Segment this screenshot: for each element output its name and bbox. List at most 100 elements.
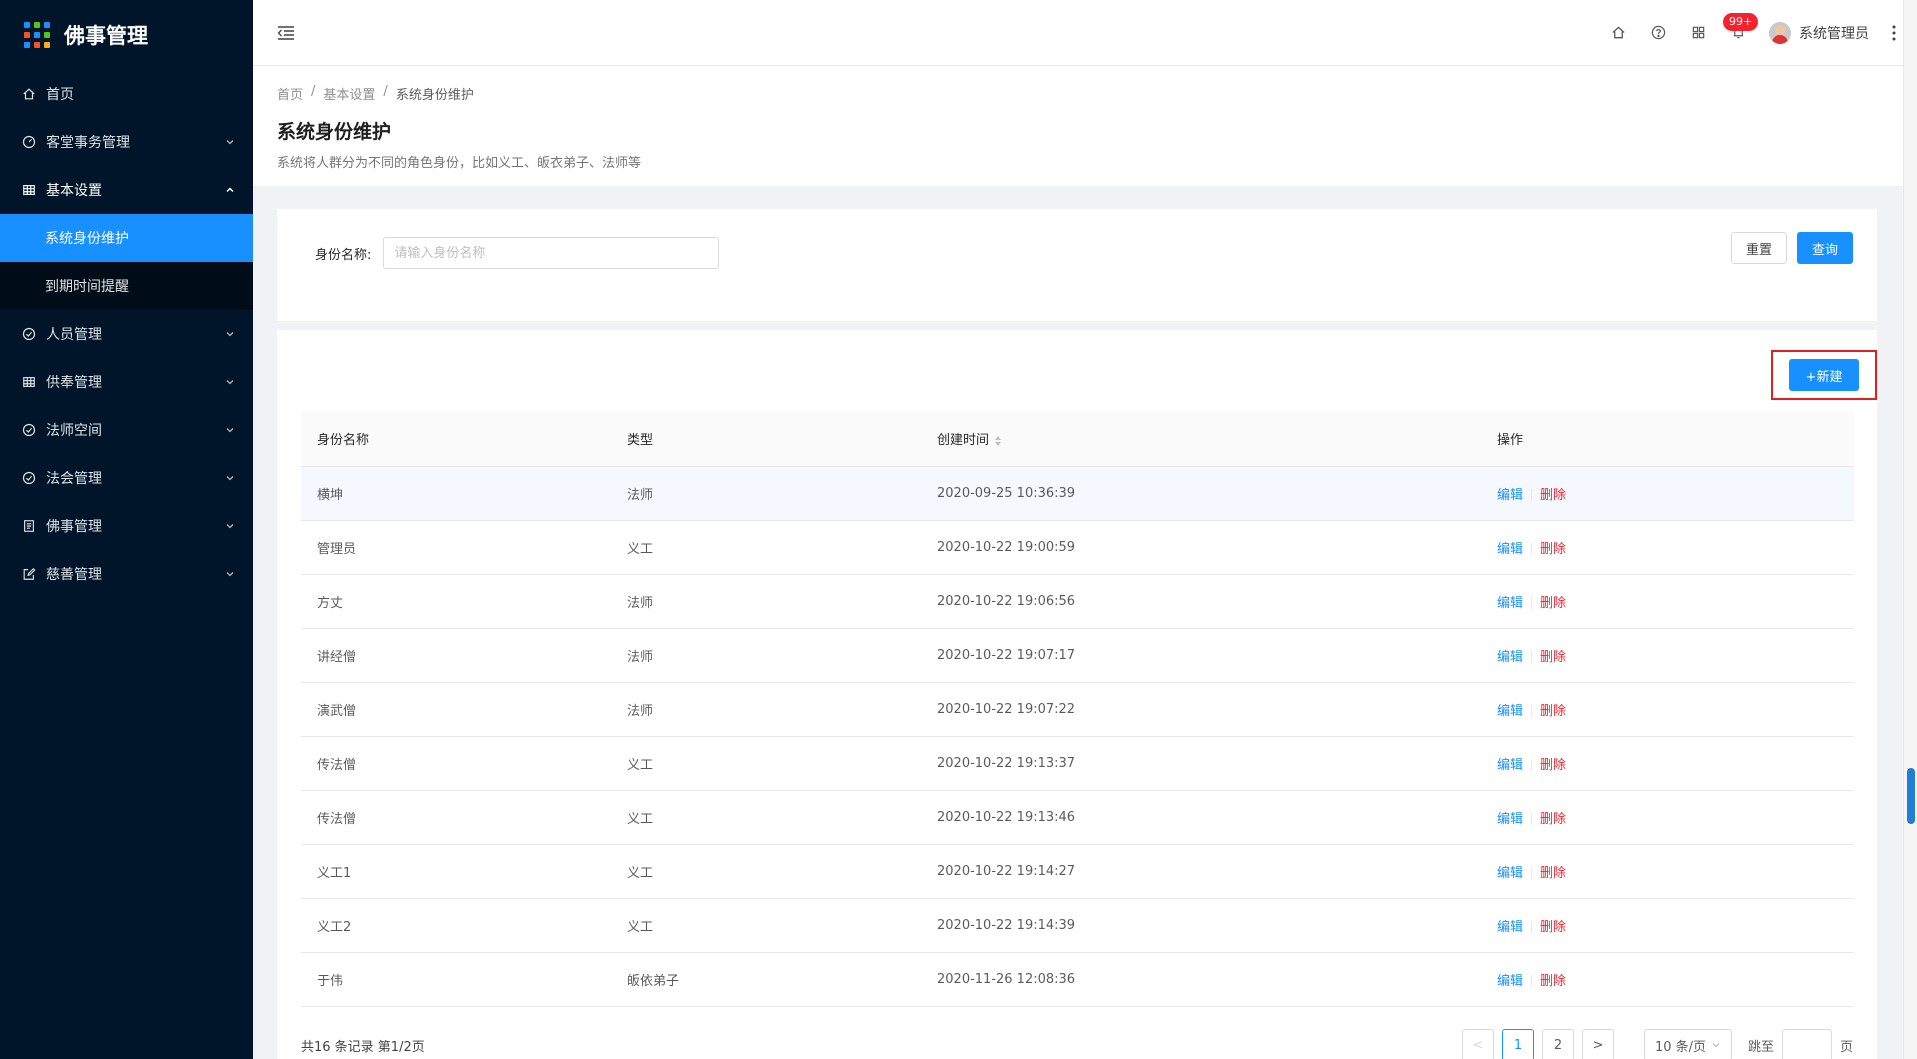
edit-link[interactable]: 编辑 [1497, 704, 1523, 719]
cell-identity-name: 传法僧 [301, 790, 611, 845]
reset-button[interactable]: 重置 [1730, 232, 1787, 264]
sidebar: 佛事管理 首页 客堂事务管理 基本设置 系统身份维护 到期时间提醒 人员管理 供… [0, 0, 253, 1059]
column-header-actions: 操作 [1481, 412, 1854, 467]
chevron-down-icon [226, 572, 234, 577]
sidebar-item-label: 慈善管理 [46, 567, 102, 583]
apps-icon[interactable] [1689, 24, 1707, 42]
cell-actions: 编辑 删除 [1481, 682, 1854, 737]
cell-type: 义工 [611, 898, 921, 953]
total-records-text: 共16 条记录 第1/2页 [301, 1039, 425, 1055]
sidebar-item-label: 系统身份维护 [45, 231, 129, 247]
chevron-down-icon [1712, 1043, 1720, 1048]
action-divider [1531, 489, 1533, 501]
home-icon[interactable] [1609, 24, 1627, 42]
edit-link[interactable]: 编辑 [1497, 920, 1523, 935]
scrollbar-thumb[interactable] [1907, 768, 1915, 824]
identity-table-card: +新建 身份名称 类型 创建时间 操作 横坤 法师 2020-09-25 10:36… [277, 330, 1877, 1059]
menu-fold-icon[interactable] [277, 25, 295, 41]
action-divider [1531, 651, 1533, 663]
cell-created-time: 2020-10-22 19:13:46 [921, 790, 1481, 845]
column-header-created[interactable]: 创建时间 [921, 412, 1481, 467]
more-vertical-icon[interactable] [1891, 24, 1897, 42]
edit-link[interactable]: 编辑 [1497, 488, 1523, 503]
delete-link[interactable]: 删除 [1540, 866, 1566, 881]
cell-identity-name: 于伟 [301, 952, 611, 1007]
delete-link[interactable]: 删除 [1540, 758, 1566, 773]
column-header-name: 身份名称 [301, 412, 611, 467]
delete-link[interactable]: 删除 [1540, 920, 1566, 935]
query-button[interactable]: 查询 [1796, 232, 1853, 264]
action-divider [1531, 813, 1533, 825]
sidebar-item-label: 佛事管理 [46, 519, 102, 535]
new-button[interactable]: +新建 [1789, 359, 1859, 391]
table-header-row: 身份名称 类型 创建时间 操作 [301, 412, 1854, 467]
sidebar-item-offerings[interactable]: 供奉管理 [0, 358, 253, 406]
identity-name-input[interactable] [383, 237, 720, 269]
table-body: 横坤 法师 2020-09-25 10:36:39 编辑 删除 管理员 义工 2020-10-… [301, 466, 1854, 1007]
sidebar-item-label: 法会管理 [46, 471, 102, 487]
pagination: < 1 2 > 10 条/页 跳至 页 [1461, 1029, 1853, 1059]
edit-link[interactable]: 编辑 [1497, 596, 1523, 611]
sidebar-item-expiry-reminder[interactable]: 到期时间提醒 [0, 262, 253, 310]
page-1-button[interactable]: 1 [1501, 1029, 1534, 1059]
edit-link[interactable]: 编辑 [1497, 650, 1523, 665]
edit-link[interactable]: 编辑 [1497, 812, 1523, 827]
delete-link[interactable]: 删除 [1540, 650, 1566, 665]
breadcrumb-home[interactable]: 首页 [277, 84, 303, 103]
sidebar-item-basic-settings[interactable]: 基本设置 [0, 166, 253, 214]
table-row: 传法僧 义工 2020-10-22 19:13:37 编辑 删除 [301, 736, 1854, 791]
header-actions: 99+ 系统管理员 [1609, 12, 1897, 44]
next-page-button[interactable]: > [1581, 1029, 1614, 1059]
cell-created-time: 2020-10-22 19:06:56 [921, 574, 1481, 629]
edit-link[interactable]: 编辑 [1497, 866, 1523, 881]
chevron-down-icon [226, 428, 234, 433]
delete-link[interactable]: 删除 [1540, 542, 1566, 557]
vertical-scrollbar[interactable] [1903, 0, 1917, 1059]
sidebar-item-label: 人员管理 [46, 327, 102, 343]
cell-actions: 编辑 删除 [1481, 628, 1854, 683]
table-row: 演武僧 法师 2020-10-22 19:07:22 编辑 删除 [301, 682, 1854, 737]
delete-link[interactable]: 删除 [1540, 704, 1566, 719]
edit-link[interactable]: 编辑 [1497, 758, 1523, 773]
notification-bell[interactable]: 99+ [1723, 12, 1759, 42]
sidebar-item-label: 到期时间提醒 [45, 279, 129, 295]
user-menu[interactable]: 系统管理员 [1769, 21, 1869, 44]
sidebar-item-identity-maintenance[interactable]: 系统身份维护 [0, 214, 253, 262]
delete-link[interactable]: 删除 [1540, 974, 1566, 989]
prev-page-button[interactable]: < [1461, 1029, 1494, 1059]
page-header: 首页 / 基本设置 / 系统身份维护 系统身份维护 系统将人群分为不同的角色身份… [253, 66, 1905, 186]
top-header: 99+ 系统管理员 [253, 0, 1917, 66]
jump-page-input[interactable] [1781, 1029, 1832, 1059]
page-suffix: 页 [1839, 1039, 1853, 1055]
page-size-select[interactable]: 10 条/页 [1643, 1029, 1732, 1059]
sidebar-item-reception[interactable]: 客堂事务管理 [0, 118, 253, 166]
sort-icon[interactable] [995, 435, 1002, 446]
sidebar-item-dharma-assembly[interactable]: 法会管理 [0, 454, 253, 502]
table-row: 方丈 法师 2020-10-22 19:06:56 编辑 删除 [301, 574, 1854, 629]
cell-created-time: 2020-10-22 19:13:37 [921, 736, 1481, 791]
table-icon [21, 374, 37, 390]
table-row: 于伟 皈依弟子 2020-11-26 12:08:36 编辑 删除 [301, 952, 1854, 1007]
delete-link[interactable]: 删除 [1540, 812, 1566, 827]
edit-link[interactable]: 编辑 [1497, 542, 1523, 557]
cell-created-time: 2020-10-22 19:07:22 [921, 682, 1481, 737]
help-icon[interactable] [1649, 24, 1667, 42]
sidebar-item-master-space[interactable]: 法师空间 [0, 406, 253, 454]
page-2-button[interactable]: 2 [1541, 1029, 1574, 1059]
cell-actions: 编辑 删除 [1481, 790, 1854, 845]
chevron-down-icon [226, 380, 234, 385]
cell-created-time: 2020-10-22 19:14:39 [921, 898, 1481, 953]
delete-link[interactable]: 删除 [1540, 596, 1566, 611]
cell-type: 义工 [611, 844, 921, 899]
app-logo[interactable]: 佛事管理 [0, 0, 253, 70]
sidebar-item-buddhist-affairs[interactable]: 佛事管理 [0, 502, 253, 550]
edit-link[interactable]: 编辑 [1497, 974, 1523, 989]
chevron-down-icon [226, 476, 234, 481]
sidebar-item-home[interactable]: 首页 [0, 70, 253, 118]
sidebar-item-personnel[interactable]: 人员管理 [0, 310, 253, 358]
sidebar-item-charity[interactable]: 慈善管理 [0, 550, 253, 598]
cell-identity-name: 横坤 [301, 466, 611, 521]
delete-link[interactable]: 删除 [1540, 488, 1566, 503]
breadcrumb-basic-settings[interactable]: 基本设置 [323, 84, 375, 103]
cell-actions: 编辑 删除 [1481, 844, 1854, 899]
